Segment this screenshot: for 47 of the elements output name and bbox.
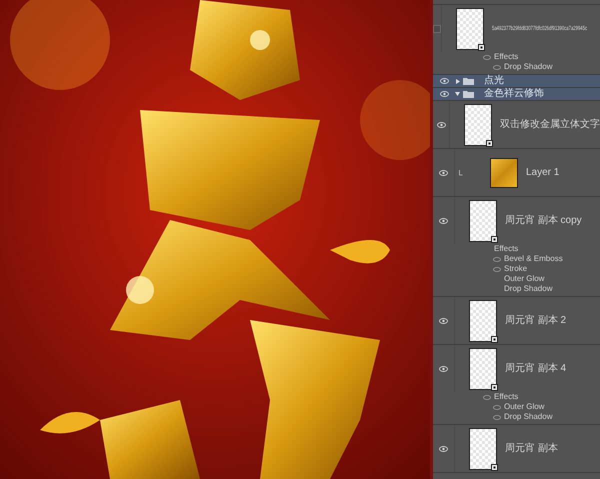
group-name: 金色祥云修饰: [484, 89, 544, 99]
layer-name: 周元宵 副本: [505, 444, 558, 454]
eye-icon[interactable]: [439, 366, 448, 372]
caret-down-icon[interactable]: [455, 92, 460, 96]
effect-name: Outer Glow: [504, 403, 544, 411]
effect-name: Stroke: [504, 265, 528, 273]
effect-name: Drop Shadow: [504, 63, 552, 71]
effect-name: Drop Shadow: [504, 285, 552, 293]
eye-icon[interactable]: [493, 266, 501, 272]
eye-icon[interactable]: [493, 64, 501, 70]
layer-group-row[interactable]: 点光: [433, 75, 600, 88]
group-name: 点光: [484, 76, 504, 86]
effect-name: Outer Glow: [504, 275, 544, 283]
eye-icon[interactable]: [493, 414, 501, 420]
eye-icon[interactable]: [493, 256, 501, 262]
layer-group-row[interactable]: 金色祥云修饰: [433, 88, 600, 101]
eye-icon[interactable]: [440, 78, 448, 84]
layer-name: 周元宵 副本 2: [505, 316, 566, 326]
eye-icon[interactable]: [483, 394, 491, 400]
eye-icon[interactable]: [439, 170, 448, 176]
layer-thumbnail: [469, 348, 497, 390]
folder-icon: [463, 90, 474, 98]
layer-thumbnail: [469, 428, 497, 470]
caret-right-icon[interactable]: [456, 78, 460, 84]
effect-name: Bevel & Emboss: [504, 255, 563, 263]
effects-label: Effects: [494, 393, 518, 401]
layer-thumbnail: [456, 8, 484, 50]
eye-icon[interactable]: [493, 404, 501, 410]
effect-name: Drop Shadow: [504, 413, 552, 421]
eye-icon[interactable]: [436, 122, 446, 128]
eye-icon[interactable]: [439, 446, 448, 452]
layer-name: 周元宵 副本 copy: [505, 216, 582, 226]
eye-icon[interactable]: [440, 91, 448, 97]
eye-icon[interactable]: [439, 318, 448, 324]
effects-label: Effects: [494, 53, 518, 61]
layer-thumbnail: [490, 158, 518, 188]
layer-thumbnail: [464, 104, 492, 146]
layer-name: Layer 1: [526, 168, 560, 178]
layer-name: 双击修改金属立体文字: [500, 120, 600, 130]
visibility-toggle[interactable]: [433, 24, 441, 32]
eye-icon[interactable]: [483, 54, 491, 60]
eye-icon[interactable]: [439, 218, 448, 224]
effects-label: Effects: [494, 245, 518, 253]
layer-thumbnail: [469, 200, 497, 242]
layer-name: 周元宵 副本 4: [505, 364, 566, 374]
folder-icon: [463, 77, 474, 85]
layer-thumbnail: [469, 300, 497, 342]
